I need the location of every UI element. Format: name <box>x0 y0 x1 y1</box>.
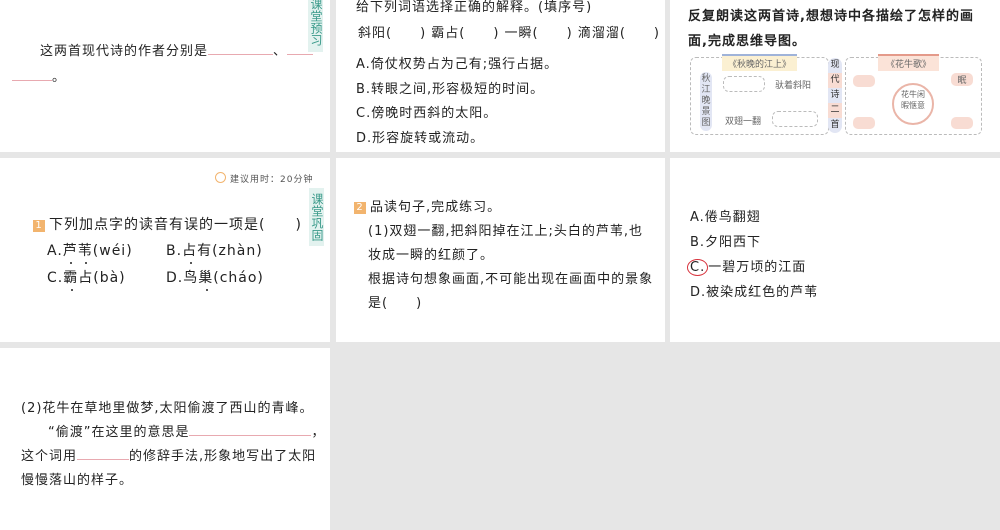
rhetoric-text: 的修辞手法,形象地写出了太阳 <box>129 449 317 464</box>
sentence-line1: (1)双翅一翻,把斜阳掉在江上;头白的芦苇,也 <box>368 224 644 239</box>
right-title: 《花牛歌》 <box>878 54 940 71</box>
center-char: 代 <box>828 73 842 88</box>
rhetoric-blank[interactable] <box>77 447 130 460</box>
panel-preview-authors: 课堂预习 这两首现代诗的作者分别是、 。 <box>0 0 330 152</box>
words-line: 斜阳( ) 霸占( ) 一瞬( ) 滴溜溜( ) <box>358 26 660 41</box>
suggested-time: 建议用时：20分钟 <box>215 172 313 185</box>
period: 。 <box>52 70 67 85</box>
meaning-blank[interactable] <box>189 423 312 436</box>
question-text: 品读句子,完成练习。 <box>370 200 502 215</box>
option-b: B.转眼之间,形容极短的时间。 <box>356 82 545 97</box>
option-a[interactable]: A.芦苇(wéi) <box>47 240 133 260</box>
author-blank-2a[interactable] <box>287 42 314 55</box>
center-char: 首 <box>830 120 840 130</box>
option-c[interactable]: C.霸占(bà) <box>47 267 126 287</box>
panel-pinyin-question: 建议用时：20分钟 课堂巩固 1 下列加点字的读音有误的一项是( ) A.芦苇(w… <box>0 158 330 342</box>
separator: 、 <box>273 44 288 59</box>
left-root: 秋江晚景图 <box>700 72 712 131</box>
left-item-2: 双翅一翻 <box>725 117 762 127</box>
left-blank-1[interactable] <box>723 76 765 92</box>
right-blank-1[interactable] <box>853 75 875 87</box>
rhetoric-prompt: 这个词用 <box>21 449 78 464</box>
ending-line: 慢慢落山的样子。 <box>21 473 134 488</box>
option-c-label: C. <box>687 259 709 276</box>
question-number: 1 <box>33 220 45 232</box>
right-item: 眠 <box>951 73 973 86</box>
authors-question: 这两首现代诗的作者分别是 、 <box>40 40 314 59</box>
clock-icon <box>215 172 226 183</box>
question-number: 2 <box>354 202 366 214</box>
panel-word-meaning-2: (2)花牛在草地里做梦,太阳偷渡了西山的青峰。 “偷渡”在这里的意思是 ， 这个词… <box>0 348 330 530</box>
instruction-line2: 面,完成思维导图。 <box>688 34 806 49</box>
section-tag-consolidate: 课堂巩固 <box>309 188 324 246</box>
prompt-line2: 是( ) <box>368 296 423 311</box>
right-blank-3[interactable] <box>951 117 973 129</box>
time-text: 建议用时：20分钟 <box>230 175 314 185</box>
panel-mindmap: 反复朗读这两首诗,想想诗中各描绘了怎样的画 面,完成思维导图。 《秋晚的江上》 … <box>670 0 1000 152</box>
rhetoric-line: 这个词用 的修辞手法,形象地写出了太阳 <box>21 445 316 464</box>
question-text: 下列加点字的读音有误的一项是( ) <box>49 217 302 233</box>
option-a[interactable]: A.倦鸟翻翅 <box>690 206 761 225</box>
option-b[interactable]: B.占有(zhàn) <box>166 240 263 260</box>
option-d[interactable]: D.被染成红色的芦苇 <box>690 281 818 300</box>
option-c[interactable]: C. 一碧万顷的江面 <box>687 256 807 276</box>
sentence-line2: 妆成一瞬的红颜了。 <box>368 248 495 263</box>
instruction-line1: 反复朗读这两首诗,想想诗中各描绘了怎样的画 <box>688 9 974 24</box>
panel-answer-options: A.倦鸟翻翅 B.夕阳西下 C. 一碧万顷的江面 D.被染成红色的芦苇 <box>670 158 1000 342</box>
right-center: 花牛闲暇惬意 <box>892 83 934 125</box>
option-b[interactable]: B.夕阳西下 <box>690 231 761 250</box>
prompt-line1: 根据诗句想象画面,不可能出现在画面中的景象 <box>368 272 654 287</box>
question-2-title: 2 品读句子,完成练习。 <box>354 196 501 215</box>
sentence: (2)花牛在草地里做梦,太阳偷渡了西山的青峰。 <box>21 401 314 416</box>
option-d: D.形容旋转或流动。 <box>356 131 485 146</box>
left-title: 《秋晚的江上》 <box>722 54 798 71</box>
option-d[interactable]: D.鸟巢(cháo) <box>166 267 264 287</box>
author-blank-1[interactable] <box>208 42 274 55</box>
meaning-prompt: “偷渡”在这里的意思是 <box>48 425 190 440</box>
center-char: 现 <box>830 60 840 70</box>
option-a: A.倚仗权势占为己有;强行占据。 <box>356 57 559 72</box>
authors-line2: 。 <box>12 66 66 85</box>
question-1: 1 下列加点字的读音有误的一项是( ) <box>33 214 302 234</box>
option-c: C.傍晚时西斜的太阳。 <box>356 106 498 121</box>
center-label: 现代诗二首 <box>828 58 842 133</box>
panel-word-meanings: 给下列词语选择正确的解释。(填序号) 斜阳( ) 霸占( ) 一瞬( ) 滴溜溜… <box>336 0 665 152</box>
left-blank-2[interactable] <box>772 111 818 127</box>
option-c-text: 一碧万顷的江面 <box>708 260 807 275</box>
panel-sentence-reading: 2 品读句子,完成练习。 (1)双翅一翻,把斜阳掉在江上;头白的芦苇,也 妆成一瞬… <box>336 158 665 342</box>
author-blank-2b[interactable] <box>12 68 52 81</box>
center-char: 诗 <box>830 90 840 100</box>
right-blank-2[interactable] <box>853 117 875 129</box>
center-char: 二 <box>828 103 842 118</box>
left-item-1: 驮着斜阳 <box>775 81 812 91</box>
question-text: 这两首现代诗的作者分别是 <box>40 44 209 59</box>
comma: ， <box>311 425 326 440</box>
instruction: 给下列词语选择正确的解释。(填序号) <box>356 0 593 15</box>
meaning-line: “偷渡”在这里的意思是 ， <box>48 421 326 440</box>
